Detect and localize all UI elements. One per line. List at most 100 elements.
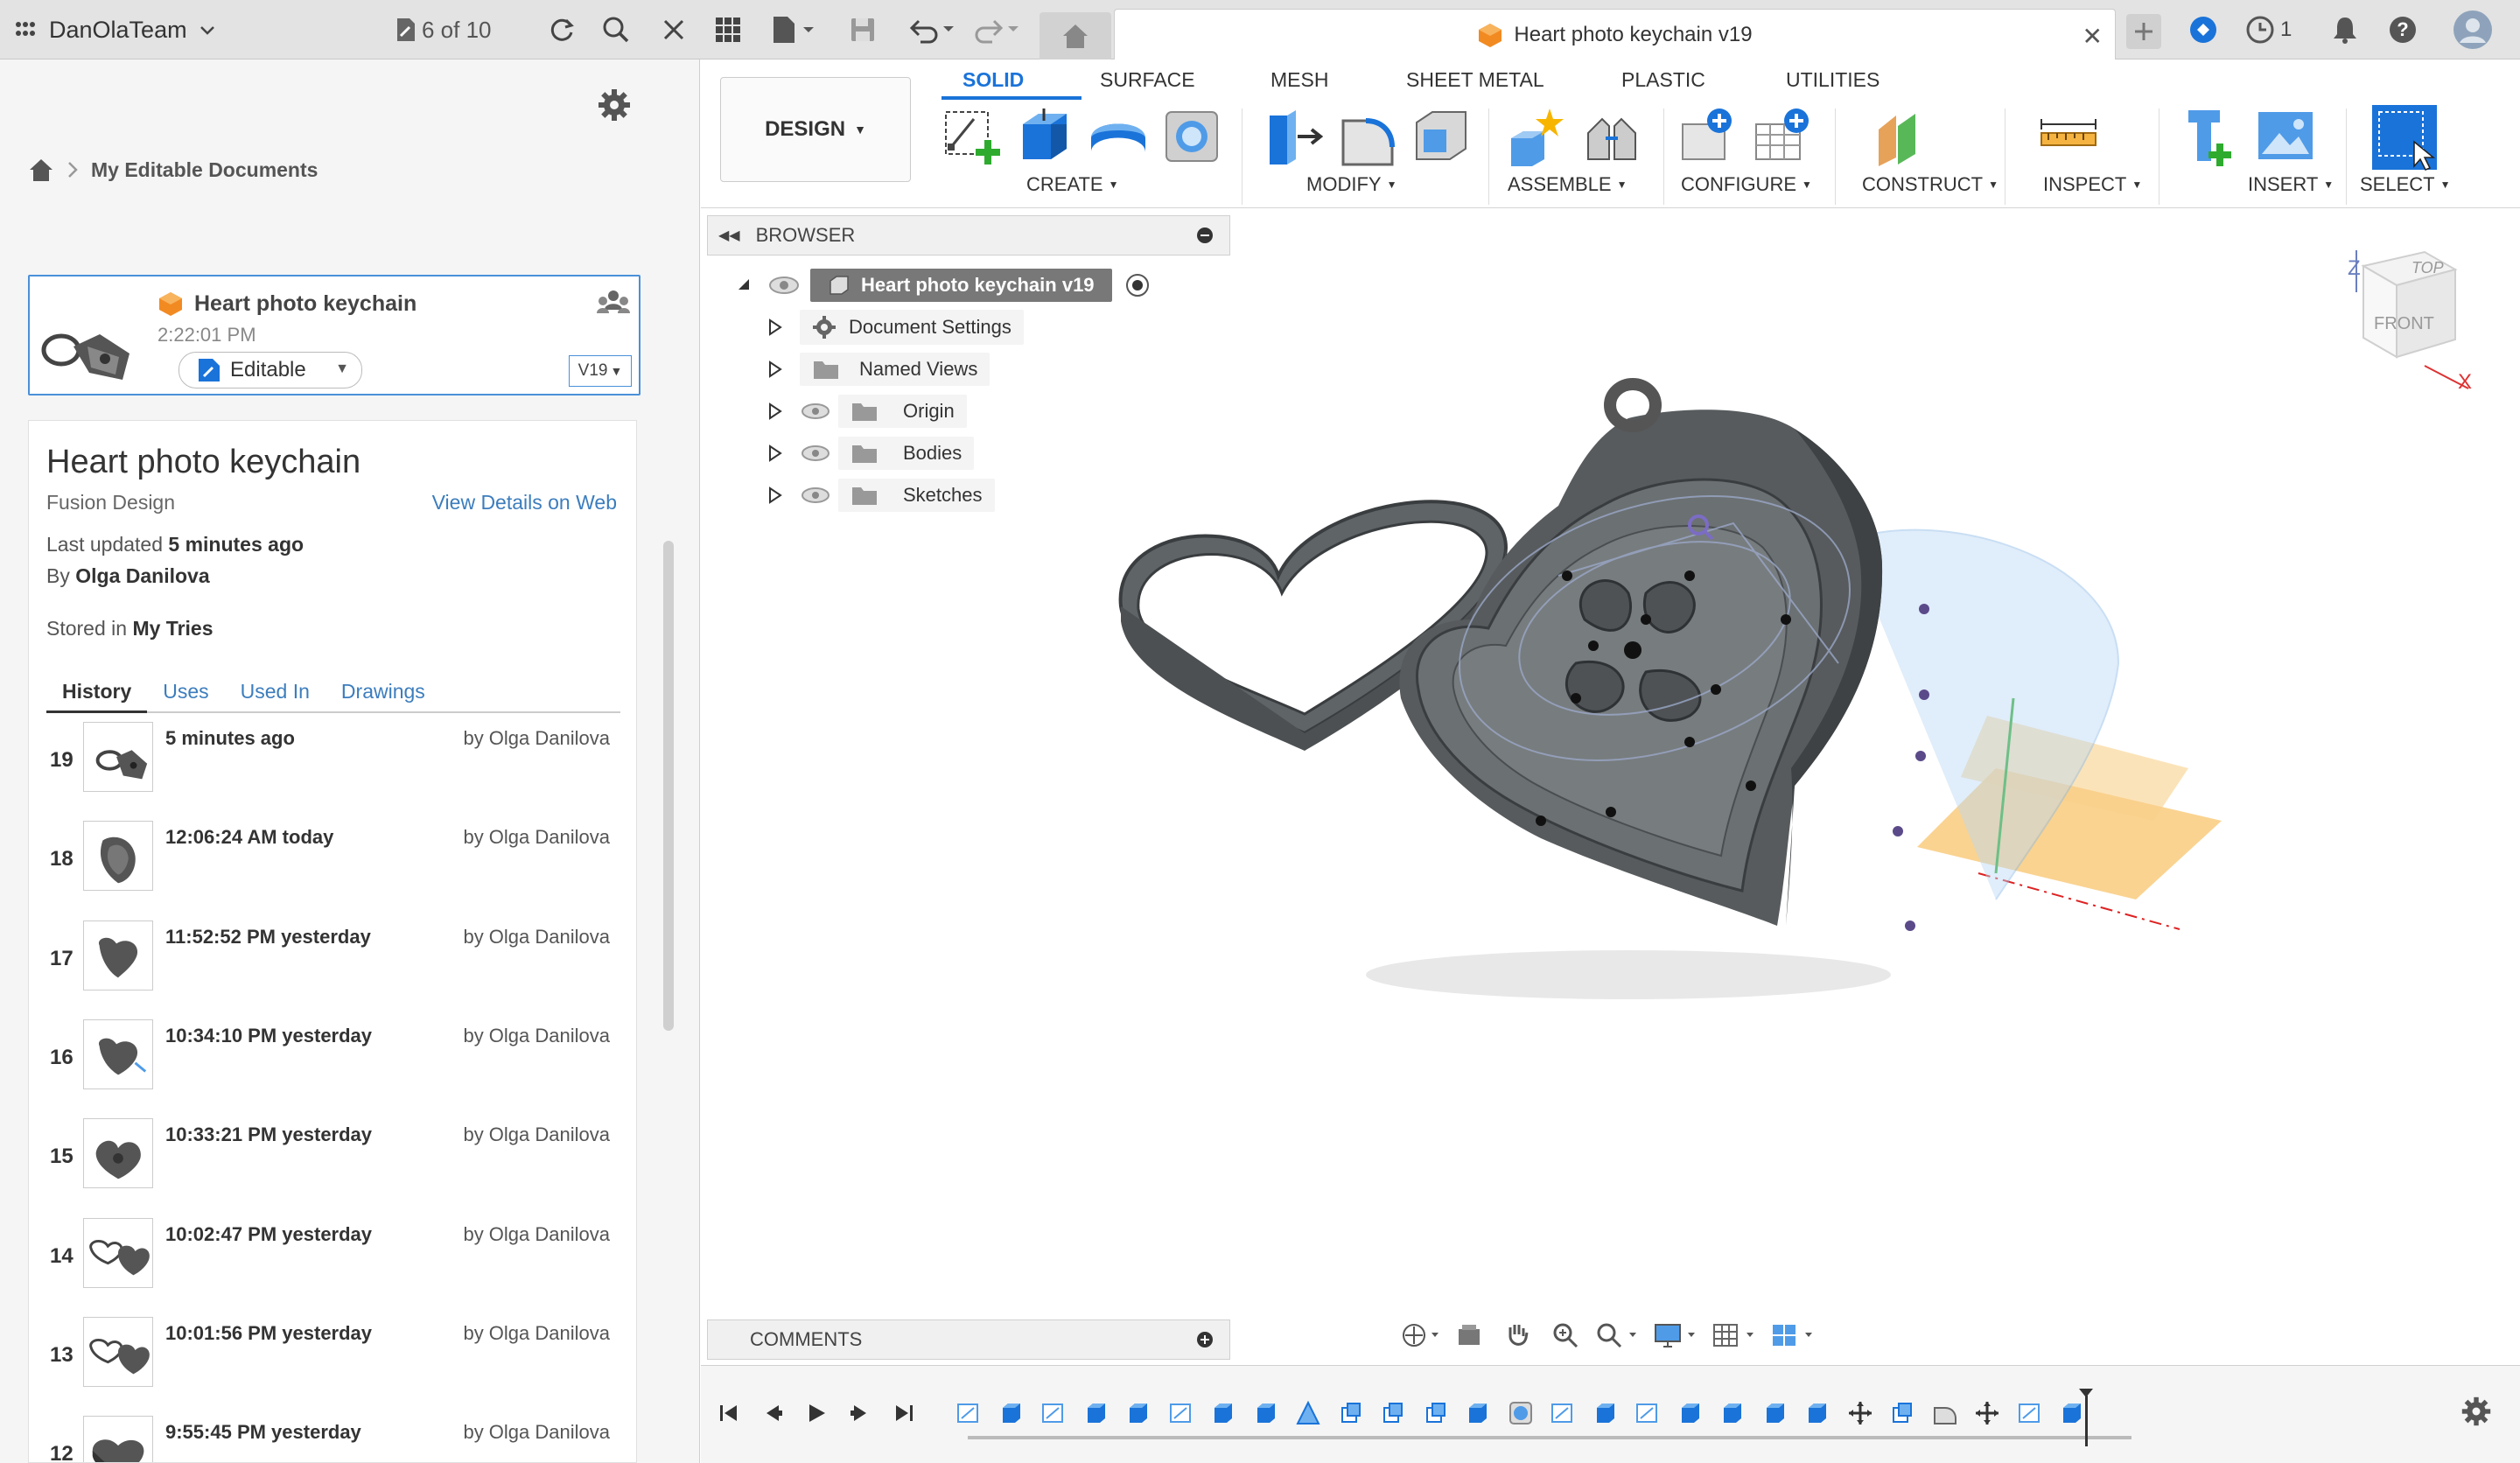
search-button[interactable] [598,12,634,47]
new-component-icon[interactable] [1506,103,1571,168]
construct-menu[interactable]: CONSTRUCT ▼ [1862,173,1998,196]
tab-surface[interactable]: SURFACE [1100,68,1195,92]
tab-sheet-metal[interactable]: SHEET METAL [1406,68,1544,92]
collapsed-triangle-icon[interactable] [766,444,784,463]
new-tab-button[interactable] [2126,14,2161,49]
configuration-table-icon[interactable] [1751,103,1816,168]
timeline-next-button[interactable] [843,1396,878,1431]
timeline-feature[interactable] [2016,1399,2044,1427]
browser-node-origin[interactable]: Origin [766,394,967,429]
offset-plane-icon[interactable] [1870,103,1935,168]
timeline-feature[interactable] [1888,1399,1916,1427]
timeline-feature[interactable] [1634,1399,1662,1427]
help-button[interactable]: ? [2385,12,2420,47]
tab-solid[interactable]: SOLID [962,68,1024,92]
radio-active-icon[interactable] [1124,272,1151,298]
configure-icon[interactable] [1677,103,1742,168]
select-icon[interactable] [2370,103,2439,172]
timeline-prev-button[interactable] [755,1396,790,1431]
history-row[interactable]: 15 10:33:21 PM yesterday by Olga Danilova [29,1118,624,1209]
tab-utilities[interactable]: UTILITIES [1786,68,1880,92]
fit-button[interactable] [1594,1319,1644,1352]
timeline-feature[interactable] [1718,1399,1746,1427]
collapsed-triangle-icon[interactable] [766,360,784,379]
breadcrumb-folder[interactable]: My Editable Documents [91,158,318,182]
history-row[interactable]: 19 5 minutes ago by Olga Danilova [29,722,624,813]
history-row[interactable]: 16 10:34:10 PM yesterday by Olga Danilova [29,1018,624,1110]
close-panel-button[interactable] [656,12,691,47]
timeline-feature[interactable] [1167,1399,1195,1427]
display-settings-button[interactable] [1653,1319,1703,1352]
timeline-feature[interactable] [1846,1399,1874,1427]
tab-history[interactable]: History [46,675,148,713]
collapsed-triangle-icon[interactable] [766,486,784,505]
editable-dropdown[interactable]: Editable ▼ [178,352,362,388]
browser-node-document-settings[interactable]: Document Settings [766,310,1024,345]
timeline-last-button[interactable] [886,1396,921,1431]
orbit-button[interactable] [1400,1319,1440,1352]
eye-icon[interactable] [800,401,831,422]
save-button[interactable] [845,12,880,47]
zoom-button[interactable] [1546,1319,1586,1352]
insert-derive-icon[interactable] [2180,103,2244,168]
view-details-link[interactable]: View Details on Web [432,491,617,514]
timeline-feature[interactable] [1549,1399,1577,1427]
redo-button[interactable] [971,12,1024,47]
timeline-feature[interactable] [1252,1399,1280,1427]
collapse-arrows-icon[interactable]: ◀◀ [718,227,740,244]
share-button[interactable] [597,289,632,320]
timeline-feature[interactable] [1040,1399,1068,1427]
canvas-image-icon[interactable] [2253,103,2318,168]
select-menu[interactable]: SELECT ▼ [2360,173,2450,196]
view-cube[interactable]: TOP FRONT Z X [2348,250,2472,394]
notifications-button[interactable] [2328,12,2362,47]
collapsed-triangle-icon[interactable] [766,402,784,421]
tab-mesh[interactable]: MESH [1270,68,1328,92]
browser-root-node[interactable]: Heart photo keychain v19 [735,268,1151,303]
hole-icon[interactable] [1159,103,1224,168]
modify-menu[interactable]: MODIFY ▼ [1306,173,1396,196]
browser-node-bodies[interactable]: Bodies [766,436,975,471]
fillet-icon[interactable] [1334,103,1399,168]
timeline-feature[interactable] [1082,1399,1110,1427]
create-menu[interactable]: CREATE ▼ [1026,173,1119,196]
comments-panel-header[interactable]: COMMENTS [707,1320,1230,1360]
collapsed-triangle-icon[interactable] [766,318,784,337]
extrude-icon[interactable] [1012,103,1077,168]
eye-icon[interactable] [800,443,831,464]
history-row[interactable]: 13 10:01:56 PM yesterday by Olga Danilova [29,1316,624,1408]
tab-used-in[interactable]: Used In [225,675,326,711]
timeline-feature[interactable] [1464,1399,1492,1427]
timeline-feature[interactable] [1676,1399,1704,1427]
joint-icon[interactable] [1579,103,1644,168]
apps-button[interactable] [710,12,746,47]
timeline-feature[interactable] [1124,1399,1152,1427]
viewports-button[interactable] [1770,1319,1820,1352]
browser-node-sketches[interactable]: Sketches [766,478,995,513]
timeline-first-button[interactable] [711,1396,746,1431]
home-icon[interactable] [28,158,54,182]
tab-drawings[interactable]: Drawings [326,675,441,711]
undo-button[interactable] [906,12,959,47]
timeline-marker[interactable] [2078,1387,2094,1448]
timeline-feature[interactable] [955,1399,983,1427]
expanded-triangle-icon[interactable] [735,276,754,295]
panel-settings-button[interactable] [597,88,634,124]
timeline-feature[interactable] [1209,1399,1237,1427]
browser-node-named-views[interactable]: Named Views [766,352,990,387]
timeline-feature[interactable] [1761,1399,1789,1427]
plus-circle-icon[interactable] [1196,1331,1214,1348]
eye-icon[interactable] [800,485,831,506]
refresh-button[interactable] [544,12,579,47]
look-at-button[interactable] [1449,1319,1488,1352]
eye-icon[interactable] [766,274,802,297]
job-status-button[interactable]: 1 [2245,12,2306,47]
assemble-menu[interactable]: ASSEMBLE ▼ [1508,173,1628,196]
timeline-play-button[interactable] [799,1396,834,1431]
minus-circle-icon[interactable] [1196,227,1214,244]
document-counter[interactable]: 6 of 10 [396,12,492,47]
timeline-settings-button[interactable] [2460,1396,2496,1431]
user-avatar[interactable] [2452,9,2494,51]
measure-icon[interactable] [2036,103,2101,168]
pan-button[interactable] [1497,1319,1536,1352]
